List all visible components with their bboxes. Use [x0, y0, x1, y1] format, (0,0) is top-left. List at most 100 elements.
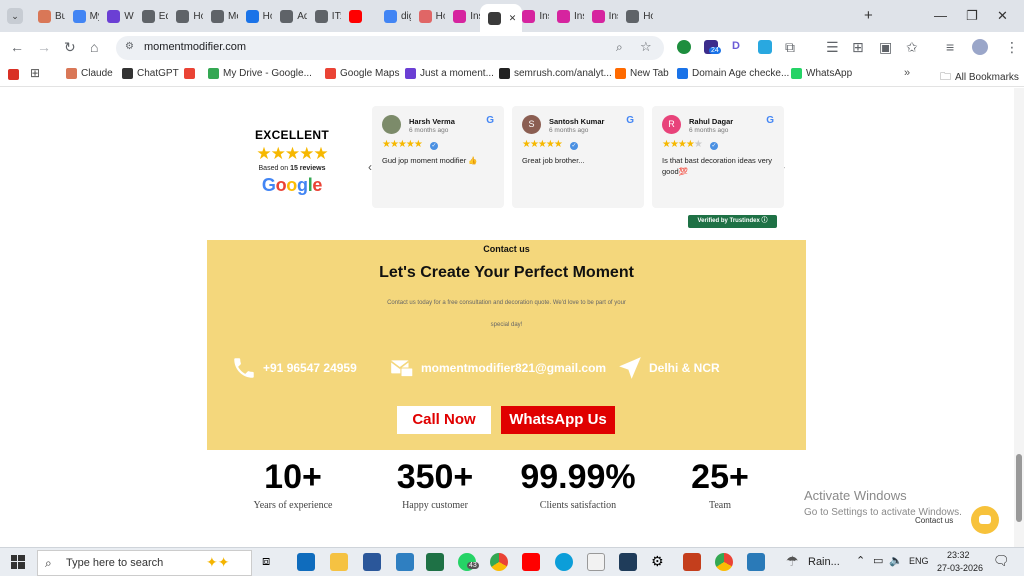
- address-bar[interactable]: ⚙ momentmodifier.com ⌕ ☆: [116, 36, 664, 60]
- bookmark-favicon-icon: [122, 68, 133, 79]
- windows-start-icon[interactable]: [11, 555, 25, 569]
- phone-contact[interactable]: +91 96547 24959: [231, 355, 357, 381]
- taskbar-search-box[interactable]: ⌕ Type here to search ✦✦: [37, 550, 252, 576]
- browser-tab[interactable]: Ins: [549, 4, 584, 28]
- terminal-icon[interactable]: [619, 553, 637, 571]
- new-tab-button[interactable]: +: [864, 7, 873, 24]
- browser-tab[interactable]: IT:: [307, 4, 341, 28]
- weather-text[interactable]: Rain...: [808, 556, 840, 568]
- url-text[interactable]: momentmodifier.com: [144, 41, 246, 53]
- browser-tab[interactable]: We: [99, 4, 134, 28]
- more-menu-icon[interactable]: ⋮: [1005, 39, 1019, 55]
- browser-tab[interactable]: Ho: [618, 4, 653, 28]
- browser-tab[interactable]: Ins: [445, 4, 480, 28]
- email-contact[interactable]: momentmodifier821@gmail.com: [389, 355, 606, 381]
- extension-m-icon[interactable]: [758, 40, 772, 54]
- restore-button[interactable]: ❐: [966, 8, 978, 24]
- reading-list-icon[interactable]: ☰: [826, 39, 839, 55]
- site-info-icon[interactable]: ⚙: [125, 41, 134, 52]
- browser-tab[interactable]: dig: [376, 4, 411, 28]
- tab-search-button[interactable]: ⌄: [7, 8, 23, 24]
- page-scrollbar[interactable]: [1014, 88, 1024, 547]
- tray-overflow-icon[interactable]: ⌃: [856, 554, 865, 567]
- extensions-puzzle-icon[interactable]: ⧉: [785, 39, 795, 55]
- extension-green-icon[interactable]: [677, 40, 691, 54]
- bookmark-item[interactable]: Google Maps: [325, 68, 399, 79]
- clock-date[interactable]: 27-03-2026: [937, 563, 983, 573]
- forward-icon[interactable]: →: [37, 39, 51, 55]
- chat-button[interactable]: [971, 506, 999, 534]
- network-icon[interactable]: ▭: [873, 554, 883, 567]
- review-time: 6 months ago: [689, 127, 729, 134]
- whatsapp-us-button[interactable]: WhatsApp Us: [501, 406, 615, 434]
- verified-by-trustindex-badge[interactable]: Verified by Trustindex ⓘ: [688, 215, 777, 228]
- home-icon[interactable]: ⌂: [90, 39, 98, 55]
- bookmark-item[interactable]: Claude: [66, 68, 113, 79]
- browser-tab[interactable]: Ho: [238, 4, 272, 28]
- review-time: 6 months ago: [549, 127, 589, 134]
- bookmark-item[interactable]: ChatGPT: [122, 68, 179, 79]
- mail-icon: [390, 360, 414, 378]
- browser-tab[interactable]: Ins: [584, 4, 618, 28]
- minimize-button[interactable]: —: [934, 8, 947, 23]
- settings-icon[interactable]: ⚙: [651, 553, 669, 571]
- bookmark-item[interactable]: Just a moment...: [405, 68, 494, 79]
- chrome-active-icon[interactable]: [715, 553, 733, 571]
- notifications-icon[interactable]: 🗨: [993, 553, 1010, 569]
- browser-tab[interactable]: Me: [203, 4, 238, 28]
- word-icon[interactable]: [363, 553, 381, 571]
- tab-groups-icon[interactable]: ▣: [879, 39, 892, 55]
- browser-tab[interactable]: My: [65, 4, 99, 28]
- bookmarks-overflow-icon[interactable]: »: [904, 67, 910, 79]
- location-contact: Delhi & NCR: [617, 355, 720, 381]
- clock-time[interactable]: 23:32: [947, 550, 970, 560]
- browser-tab[interactable]: Ad: [272, 4, 307, 28]
- notepad-icon[interactable]: [587, 553, 605, 571]
- excel-icon[interactable]: [426, 553, 444, 571]
- bookmark-item[interactable]: My Drive - Google...: [208, 68, 312, 79]
- extension-d-icon[interactable]: D: [732, 40, 746, 54]
- volume-icon[interactable]: 🔈: [889, 554, 903, 567]
- photos-icon[interactable]: [747, 553, 765, 571]
- bookmark-item[interactable]: [184, 68, 199, 79]
- bookmark-star-icon[interactable]: ☆: [640, 39, 652, 55]
- browser-tab[interactable]: [341, 4, 376, 28]
- powerpoint-icon[interactable]: [683, 553, 701, 571]
- profile-avatar[interactable]: [972, 39, 988, 55]
- browser-tab[interactable]: Bu: [30, 4, 65, 28]
- search-icon: ⌕: [45, 556, 52, 570]
- rating-summary: EXCELLENT ★★★★★ Based on 15 reviews Goog…: [246, 128, 338, 196]
- scrollbar-thumb[interactable]: [1016, 454, 1022, 522]
- media-control-icon[interactable]: ≡: [946, 39, 954, 55]
- youtube-icon[interactable]: [522, 553, 540, 571]
- chrome-icon[interactable]: [490, 553, 508, 571]
- bookmark-red-icon[interactable]: [8, 69, 19, 80]
- outlook-icon[interactable]: [297, 553, 315, 571]
- bookmark-label: WhatsApp: [806, 68, 853, 79]
- file-explorer-icon[interactable]: [330, 553, 348, 571]
- apps-grid-icon[interactable]: ⊞: [30, 66, 40, 80]
- bookmark-item[interactable]: Domain Age checke...: [677, 68, 789, 79]
- reload-icon[interactable]: ↻: [64, 39, 76, 55]
- grid-icon[interactable]: ⊞: [852, 39, 864, 55]
- bookmark-item[interactable]: New Tab: [615, 68, 669, 79]
- browser-tab[interactable]: Ho: [168, 4, 203, 28]
- browser-tab[interactable]: Ed: [134, 4, 168, 28]
- close-window-button[interactable]: ✕: [997, 8, 1008, 24]
- tab-title: Ho: [643, 10, 653, 22]
- language-indicator[interactable]: ENG: [909, 556, 929, 566]
- based-on-text: Based on 15 reviews: [246, 165, 338, 172]
- edge-icon[interactable]: [555, 553, 573, 571]
- favorites-icon[interactable]: ✩: [906, 39, 918, 55]
- task-view-icon[interactable]: ⧈: [262, 553, 280, 571]
- zoom-icon[interactable]: ⌕: [616, 40, 623, 55]
- browser-tab[interactable]: Ins: [514, 4, 549, 28]
- bookmark-item[interactable]: WhatsApp: [791, 68, 852, 79]
- browser-tab[interactable]: Ho: [411, 4, 445, 28]
- back-icon[interactable]: ←: [10, 39, 24, 55]
- review-stars: ★★★★★: [522, 139, 563, 150]
- bookmark-item[interactable]: semrush.com/analyt...: [499, 68, 612, 79]
- call-now-button[interactable]: Call Now: [397, 406, 491, 434]
- vscode-icon[interactable]: [396, 553, 414, 571]
- all-bookmarks[interactable]: 🗀 All Bookmarks: [940, 68, 1019, 87]
